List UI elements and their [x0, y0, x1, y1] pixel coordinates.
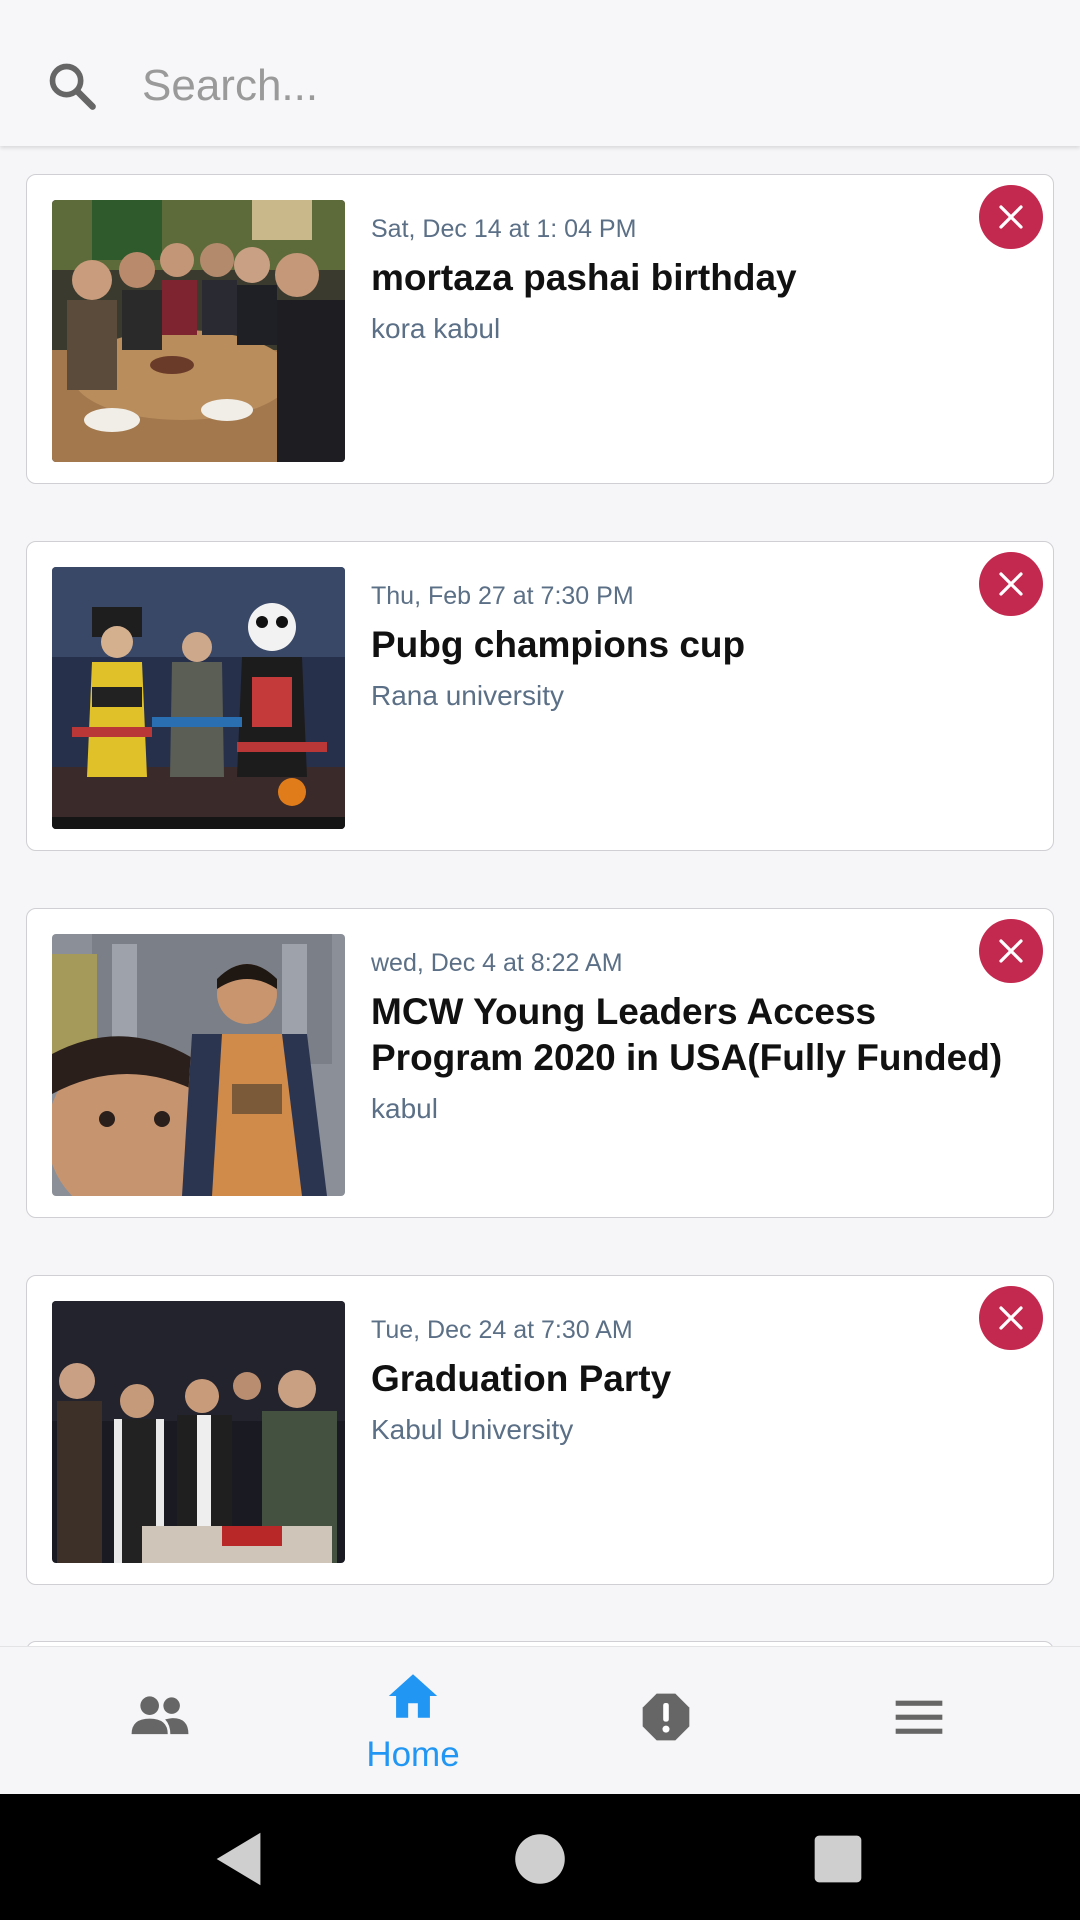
event-title: Pubg champions cup — [371, 624, 746, 665]
event-image-group-party — [52, 1301, 345, 1563]
nav-item-alerts[interactable] — [531, 1647, 801, 1795]
event-image-game-lobby — [52, 567, 345, 829]
close-icon — [999, 939, 1023, 963]
event-card[interactable]: Sat, Dec 14 at 1: 04 PM mortaza pashai b… — [26, 174, 1054, 484]
alert-icon — [642, 1693, 690, 1741]
event-image-group-dinner — [52, 200, 345, 462]
event-location: Kabul University — [371, 1414, 574, 1445]
event-title: MCW Young Leaders Access Program 2020 in… — [371, 991, 1003, 1078]
event-list: Sat, Dec 14 at 1: 04 PM mortaza pashai b… — [0, 146, 1080, 1646]
nav-label-home: Home — [366, 1735, 460, 1774]
home-icon — [388, 1674, 438, 1718]
event-date: Sat, Dec 14 at 1: 04 PM — [371, 215, 637, 243]
event-image-selfie — [52, 934, 345, 1196]
event-date: Tue, Dec 24 at 7:30 AM — [371, 1316, 633, 1344]
event-date: wed, Dec 4 at 8:22 AM — [371, 949, 623, 977]
search-input[interactable] — [142, 50, 1022, 122]
app-root: Sat, Dec 14 at 1: 04 PM mortaza pashai b… — [0, 0, 1080, 1920]
recents-icon[interactable] — [803, 1824, 873, 1894]
close-icon — [999, 1306, 1023, 1330]
nav-item-home[interactable]: Home — [278, 1647, 548, 1795]
menu-icon — [895, 1700, 943, 1734]
event-location: kabul — [371, 1093, 438, 1124]
search-icon[interactable] — [46, 60, 98, 112]
people-icon — [131, 1696, 189, 1735]
event-title: Graduation Party — [371, 1358, 672, 1399]
system-navigation-bar — [0, 1794, 1080, 1920]
delete-event-button[interactable] — [979, 1286, 1043, 1350]
event-location: kora kabul — [371, 313, 501, 344]
back-icon[interactable] — [205, 1824, 275, 1894]
delete-event-button[interactable] — [979, 185, 1043, 249]
nav-item-people[interactable] — [25, 1647, 295, 1795]
event-card[interactable]: Tue, Dec 24 at 7:30 AM Graduation Party … — [26, 1275, 1054, 1585]
home-circle-icon[interactable] — [505, 1824, 575, 1894]
event-title: mortaza pashai birthday — [371, 257, 797, 298]
search-bar — [0, 0, 1080, 146]
event-card[interactable]: wed, Dec 4 at 8:22 AM MCW Young Leaders … — [26, 908, 1054, 1218]
bottom-navigation: Home — [0, 1646, 1080, 1794]
nav-item-menu[interactable] — [784, 1647, 1054, 1795]
delete-event-button[interactable] — [979, 552, 1043, 616]
close-icon — [999, 572, 1023, 596]
event-location: Rana university — [371, 680, 564, 711]
close-icon — [999, 205, 1023, 229]
delete-event-button[interactable] — [979, 919, 1043, 983]
event-date: Thu, Feb 27 at 7:30 PM — [371, 582, 634, 610]
event-card[interactable]: Thu, Feb 27 at 7:30 PM Pubg champions cu… — [26, 541, 1054, 851]
